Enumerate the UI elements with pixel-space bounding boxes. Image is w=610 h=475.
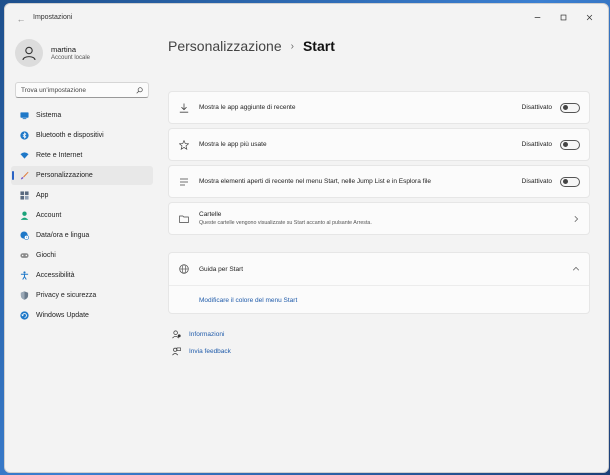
accessibility-icon [19, 271, 29, 281]
brush-icon [19, 171, 29, 181]
toggle-state-label: Disattivato [521, 104, 552, 111]
info-label: Informazioni [189, 331, 225, 338]
setting-row-recent-items: Mostra elementi aperti di recente nel me… [168, 165, 590, 198]
sidebar: martina Account locale Sistema [5, 34, 155, 472]
list-icon [178, 176, 189, 187]
settings-window: ← Impostazioni martina Account locale Tr… [4, 3, 609, 473]
user-icon [22, 46, 36, 61]
sidebar-nav: Sistema Bluetooth e dispositivi Rete e I… [11, 106, 153, 326]
close-button[interactable] [576, 10, 602, 24]
profile-name: martina [51, 45, 77, 54]
sidebar-item-label: Data/ora e lingua [36, 232, 90, 239]
breadcrumb-separator: › [290, 40, 294, 52]
sidebar-item-account[interactable]: Account [11, 206, 153, 225]
globe-icon [178, 264, 189, 275]
profile-account-type: Account locale [51, 55, 91, 61]
window-title: Impostazioni [33, 14, 73, 21]
help-title: Guida per Start [199, 265, 244, 273]
sidebar-item-app[interactable]: App [11, 186, 153, 205]
sidebar-item-bluetooth[interactable]: Bluetooth e dispositivi [11, 126, 153, 145]
sidebar-item-data-ora[interactable]: Data/ora e lingua [11, 226, 153, 245]
window-controls [524, 10, 602, 24]
sidebar-item-label: App [36, 192, 49, 199]
sidebar-item-rete[interactable]: Rete e Internet [11, 146, 153, 165]
most-used-toggle[interactable] [560, 139, 580, 150]
avatar [15, 39, 43, 67]
breadcrumb: Personalizzazione › Start [168, 38, 335, 54]
download-icon [178, 102, 189, 113]
search-input[interactable] [21, 86, 136, 94]
breadcrumb-parent[interactable]: Personalizzazione [168, 38, 282, 54]
sidebar-item-label: Giochi [36, 252, 56, 259]
feedback-label: Invia feedback [189, 348, 231, 355]
folder-icon [178, 213, 189, 224]
title-bar: ← Impostazioni [5, 4, 608, 34]
folders-row[interactable]: Cartelle Queste cartelle vengono visuali… [168, 202, 590, 235]
main-content: Personalizzazione › Start Mostra le app … [168, 34, 590, 472]
help-section: Guida per Start Modificare il colore del… [168, 252, 590, 314]
user-profile[interactable]: martina Account locale [15, 39, 90, 67]
globe-clock-icon [19, 231, 29, 241]
maximize-button[interactable] [550, 10, 576, 24]
sidebar-item-personalizzazione[interactable]: Personalizzazione [11, 166, 153, 185]
maximize-icon [560, 14, 566, 20]
search-icon[interactable] [136, 86, 143, 94]
bluetooth-icon [19, 131, 29, 141]
sidebar-item-label: Rete e Internet [36, 152, 83, 159]
back-arrow-icon[interactable]: ← [15, 13, 27, 25]
help-header[interactable]: Guida per Start [169, 253, 589, 286]
folders-label: Cartelle [199, 211, 222, 218]
feedback-link[interactable]: Invia feedback [172, 347, 231, 356]
setting-label: Mostra le app aggiunte di recente [199, 104, 296, 111]
apps-icon [19, 191, 29, 201]
sidebar-item-label: Personalizzazione [36, 172, 93, 179]
setting-label: Mostra elementi aperti di recente nel me… [199, 178, 431, 185]
recent-items-toggle[interactable] [560, 176, 580, 187]
sidebar-item-label: Sistema [36, 112, 62, 119]
chevron-right-icon [574, 215, 579, 222]
shield-icon [19, 291, 29, 301]
sidebar-item-label: Account [36, 212, 62, 219]
minimize-icon [534, 16, 540, 18]
page-title: Start [302, 38, 335, 54]
update-icon [19, 311, 29, 321]
search-box[interactable] [15, 82, 149, 98]
close-icon [586, 14, 592, 20]
help-link-menu-color[interactable]: Modificare il colore del menu Start [169, 286, 589, 314]
recent-apps-toggle[interactable] [560, 102, 580, 113]
sidebar-item-label: Privacy e sicurezza [36, 292, 97, 299]
sidebar-item-privacy[interactable]: Privacy e sicurezza [11, 286, 153, 305]
info-people-icon [172, 330, 181, 339]
star-icon [178, 139, 189, 150]
feedback-icon [172, 347, 181, 356]
toggle-state-label: Disattivato [521, 178, 552, 185]
monitor-icon [19, 111, 29, 121]
gamepad-icon [19, 251, 29, 261]
setting-label: Mostra le app più usate [199, 141, 267, 148]
sidebar-item-label: Accessibilità [36, 272, 75, 279]
minimize-button[interactable] [524, 10, 550, 24]
sidebar-item-label: Bluetooth e dispositivi [36, 132, 104, 139]
sidebar-item-label: Windows Update [36, 312, 89, 319]
wifi-icon [19, 151, 29, 161]
sidebar-item-sistema[interactable]: Sistema [11, 106, 153, 125]
setting-row-most-used: Mostra le app più usate Disattivato [168, 128, 590, 161]
info-link[interactable]: Informazioni [172, 330, 231, 339]
footer-links: Informazioni Invia feedback [172, 330, 231, 364]
setting-row-recent-apps: Mostra le app aggiunte di recente Disatt… [168, 91, 590, 124]
chevron-up-icon[interactable] [572, 265, 580, 273]
folders-description: Queste cartelle vengono visualizzate su … [199, 220, 372, 226]
person-icon [19, 211, 29, 221]
sidebar-item-windows-update[interactable]: Windows Update [11, 306, 153, 325]
toggle-state-label: Disattivato [521, 141, 552, 148]
sidebar-item-giochi[interactable]: Giochi [11, 246, 153, 265]
sidebar-item-accessibilita[interactable]: Accessibilità [11, 266, 153, 285]
